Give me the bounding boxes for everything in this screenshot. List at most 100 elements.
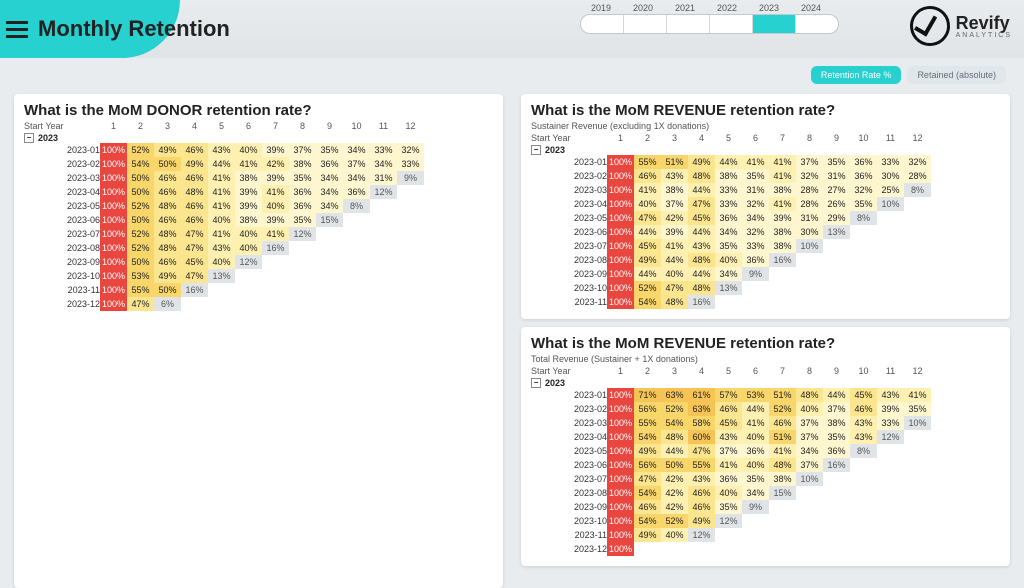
group-label: 2023 <box>38 133 58 143</box>
retention-cell: 36% <box>316 157 343 171</box>
pill-rate[interactable]: Retention Rate % <box>811 66 902 84</box>
month-col: 8 <box>796 133 823 143</box>
year-slot-2023[interactable] <box>753 15 796 33</box>
year-slot-2022[interactable] <box>710 15 753 33</box>
retention-cell: 55% <box>127 283 154 297</box>
menu-icon[interactable] <box>6 17 28 42</box>
retention-cell: 34% <box>370 157 397 171</box>
retention-cell: 47% <box>688 444 715 458</box>
retention-cell: 44% <box>715 155 742 169</box>
retention-cell: 35% <box>289 171 316 185</box>
month-col: 6 <box>742 133 769 143</box>
retention-cell: 36% <box>823 444 850 458</box>
retention-cell: 55% <box>634 155 661 169</box>
retention-cell: 16% <box>823 458 850 472</box>
retention-cell: 48% <box>154 199 181 213</box>
row-label: 2023-05 <box>24 199 100 213</box>
retention-cell: 54% <box>634 486 661 500</box>
month-col: 7 <box>769 133 796 143</box>
retention-cell: 100% <box>100 199 127 213</box>
collapse-icon[interactable]: − <box>531 378 541 388</box>
retention-cell: 100% <box>100 241 127 255</box>
retention-cell: 100% <box>100 143 127 157</box>
retention-cell: 35% <box>823 430 850 444</box>
month-col: 2 <box>634 133 661 143</box>
row-label: 2023-03 <box>531 416 607 430</box>
retention-cell: 41% <box>235 157 262 171</box>
start-year-label: Start Year <box>531 366 607 376</box>
cohort-table: 2023-01100%52%49%46%43%40%39%37%35%34%33… <box>24 143 424 311</box>
retention-cell: 48% <box>661 430 688 444</box>
row-label: 2023-09 <box>531 267 607 281</box>
retention-cell: 48% <box>154 241 181 255</box>
month-col: 7 <box>769 366 796 376</box>
retention-cell: 43% <box>208 143 235 157</box>
collapse-icon[interactable]: − <box>531 145 541 155</box>
retention-cell: 36% <box>289 185 316 199</box>
retention-cell: 40% <box>235 227 262 241</box>
retention-cell: 32% <box>397 143 424 157</box>
year-labels: 201920202021202220232024 <box>580 2 832 14</box>
retention-cell: 50% <box>127 255 154 269</box>
retention-cell: 33% <box>715 197 742 211</box>
retention-cell: 54% <box>127 157 154 171</box>
retention-cell: 10% <box>904 416 931 430</box>
retention-cell: 26% <box>823 197 850 211</box>
row-label: 2023-10 <box>531 514 607 528</box>
cohort-table: 2023-01100%71%63%61%57%53%51%48%44%45%43… <box>531 388 931 556</box>
card-revenue-sustainer: What is the MoM REVENUE retention rate? … <box>521 94 1010 319</box>
topbar: Monthly Retention 2019202020212022202320… <box>0 0 1024 58</box>
table-row: 2023-04100%50%46%48%41%39%41%36%34%36%12… <box>24 185 424 199</box>
row-label: 2023-09 <box>24 255 100 269</box>
retention-cell: 46% <box>181 171 208 185</box>
table-row: 2023-05100%47%42%45%36%34%39%31%29%8% <box>531 211 931 225</box>
retention-cell: 34% <box>343 143 370 157</box>
row-label: 2023-12 <box>531 542 607 556</box>
retention-cell: 42% <box>661 211 688 225</box>
retention-cell: 100% <box>607 197 634 211</box>
retention-cell: 8% <box>904 183 931 197</box>
retention-cell: 100% <box>607 528 634 542</box>
cohort-table: 2023-01100%55%51%49%44%41%41%37%35%36%33… <box>531 155 931 309</box>
year-slot-2024[interactable] <box>796 15 838 33</box>
table-row: 2023-01100%55%51%49%44%41%41%37%35%36%33… <box>531 155 931 169</box>
retention-cell: 100% <box>607 155 634 169</box>
retention-cell: 50% <box>154 283 181 297</box>
retention-cell: 38% <box>235 171 262 185</box>
cohort-group[interactable]: −2023 <box>24 133 493 143</box>
retention-cell: 51% <box>769 430 796 444</box>
retention-cell: 43% <box>850 416 877 430</box>
retention-cell: 49% <box>181 157 208 171</box>
year-slot-2021[interactable] <box>667 15 710 33</box>
retention-cell: 41% <box>634 183 661 197</box>
retention-cell: 46% <box>688 486 715 500</box>
retention-cell: 44% <box>742 402 769 416</box>
retention-cell: 38% <box>769 472 796 486</box>
pill-absolute[interactable]: Retained (absolute) <box>907 66 1006 84</box>
year-selector[interactable] <box>580 14 839 34</box>
retention-cell: 35% <box>742 169 769 183</box>
retention-cell: 32% <box>796 169 823 183</box>
year-slot-2020[interactable] <box>624 15 667 33</box>
row-label: 2023-07 <box>531 472 607 486</box>
row-label: 2023-09 <box>531 500 607 514</box>
collapse-icon[interactable]: − <box>24 133 34 143</box>
retention-cell: 38% <box>715 169 742 183</box>
retention-cell: 33% <box>877 155 904 169</box>
retention-cell: 100% <box>607 281 634 295</box>
retention-cell: 48% <box>769 458 796 472</box>
cohort-group[interactable]: −2023 <box>531 378 1000 388</box>
retention-cell: 42% <box>661 500 688 514</box>
row-label: 2023-03 <box>531 183 607 197</box>
year-label: 2023 <box>748 2 790 14</box>
year-slot-2019[interactable] <box>581 15 624 33</box>
month-col: 5 <box>208 121 235 131</box>
retention-cell: 52% <box>127 227 154 241</box>
retention-cell: 46% <box>154 185 181 199</box>
group-label: 2023 <box>545 378 565 388</box>
month-col: 10 <box>850 133 877 143</box>
month-col: 6 <box>742 366 769 376</box>
table-row: 2023-02100%54%50%49%44%41%42%38%36%37%34… <box>24 157 424 171</box>
table-row: 2023-06100%44%39%44%34%32%38%30%13% <box>531 225 931 239</box>
cohort-group[interactable]: −2023 <box>531 145 1000 155</box>
